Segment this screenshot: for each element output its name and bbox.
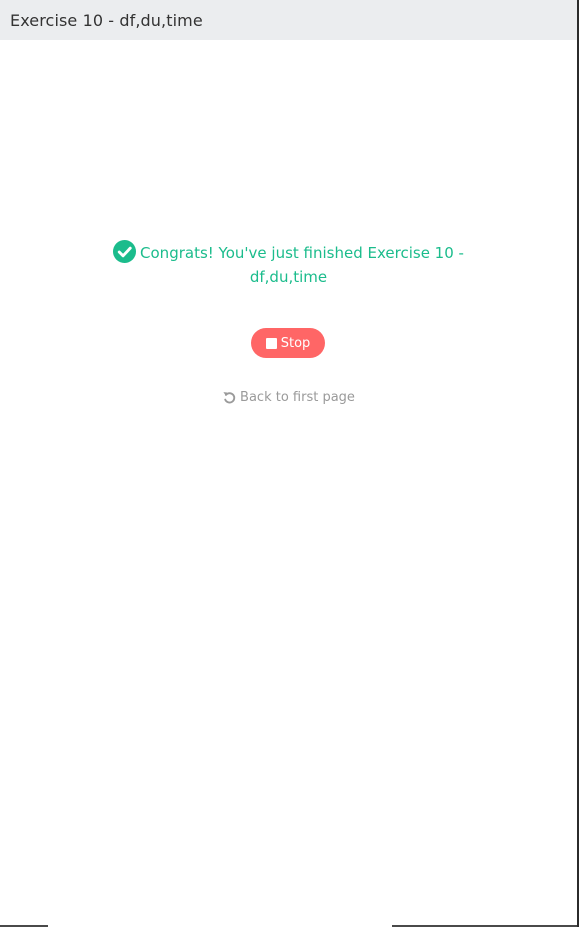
title-bar: Exercise 10 - df,du,time [0, 0, 577, 40]
back-to-first-page-link[interactable]: Back to first page [0, 390, 577, 409]
congrats-text-2: df,du,time [249, 268, 328, 286]
stop-square-icon [265, 337, 277, 349]
congrats-line-1: Congrats! You've just finished Exercise … [0, 240, 577, 265]
congrats-message: Congrats! You've just finished Exercise … [0, 240, 577, 289]
congrats-text-1: Congrats! You've just finished Exercise … [140, 244, 464, 262]
check-circle-icon [113, 240, 137, 263]
undo-icon [223, 392, 236, 404]
page-title: Exercise 10 - df,du,time [10, 10, 203, 30]
window-frame: Exercise 10 - df,du,time Congrats! You'v… [0, 0, 579, 927]
back-link-label: Back to first page [240, 390, 355, 405]
back-link-content[interactable]: Back to first page [222, 390, 355, 405]
stop-label: Stop [280, 335, 311, 351]
stop-button[interactable]: Stop [251, 328, 325, 358]
